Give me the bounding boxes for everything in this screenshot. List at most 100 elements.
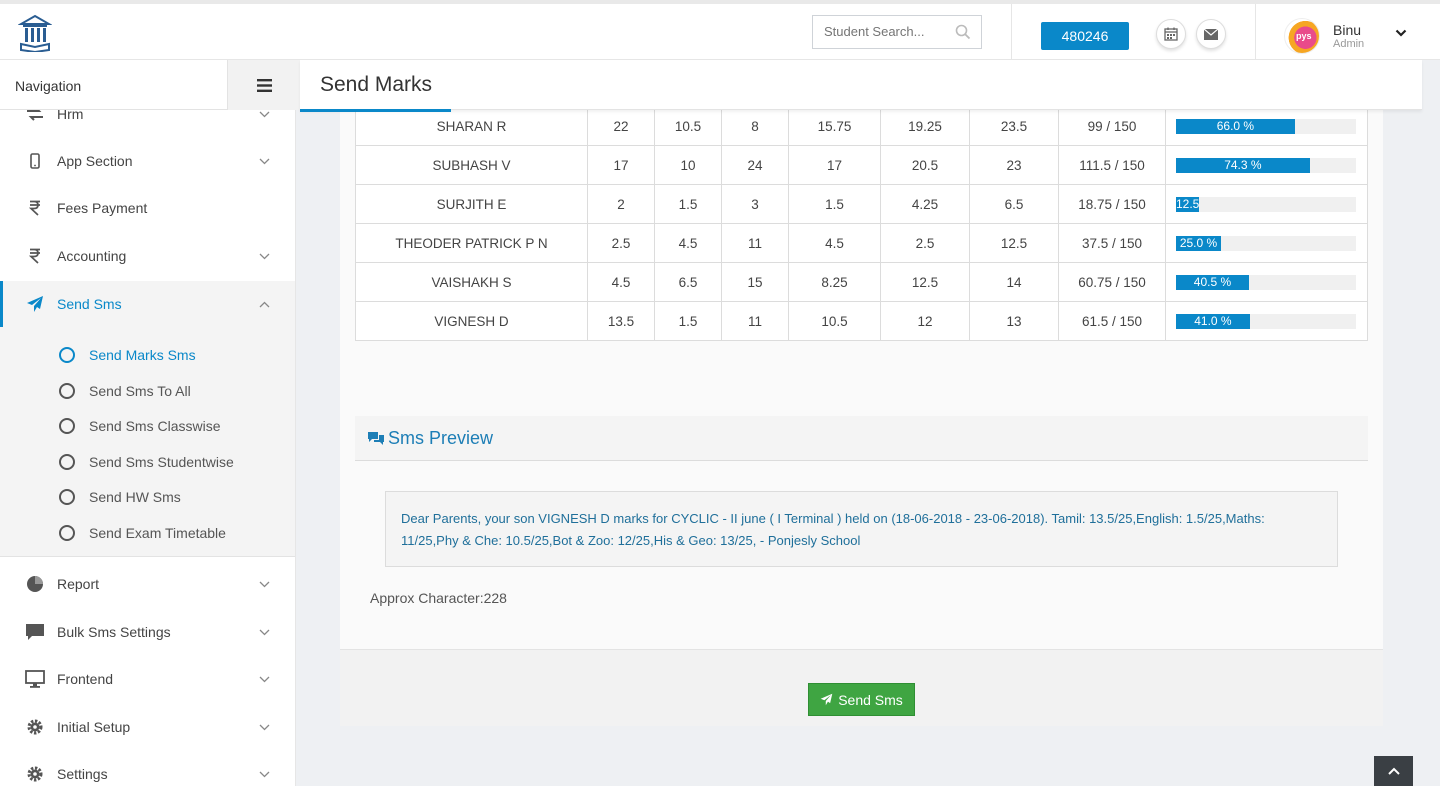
envelope-icon — [1204, 28, 1218, 40]
avatar-text: pys — [1296, 31, 1312, 41]
top-header: 480246 pys Binu Admin — [0, 0, 1440, 60]
gear-icon — [25, 717, 45, 737]
chevron-down-icon — [259, 111, 270, 117]
approx-character-count: Approx Character:228 — [370, 590, 507, 606]
sidebar-item-label: Hrm — [57, 110, 84, 122]
chevron-down-icon — [259, 724, 270, 730]
table-row: THEODER PATRICK P N 2.5 4.5 11 4.5 2.5 12.5 37.… — [355, 223, 1368, 263]
percentage-cell: 40.5 % — [1165, 262, 1368, 302]
score-cell: 23.5 — [969, 106, 1059, 146]
score-cell: 1.5 — [654, 301, 722, 341]
sidebar-item-app-section[interactable]: App Section — [0, 138, 295, 184]
progress-fill: 40.5 % — [1176, 274, 1249, 290]
sidebar-item-label: Initial Setup — [57, 719, 131, 735]
progress-bar: 12.5 — [1176, 196, 1356, 212]
progress-bar: 66.0 % — [1176, 118, 1356, 134]
score-cell: 6.5 — [654, 262, 722, 302]
paper-plane-icon — [25, 294, 45, 314]
student-name-cell: SHARAN R — [355, 106, 588, 146]
sidebar-item-label: Bulk Sms Settings — [57, 624, 171, 640]
header-divider — [1011, 4, 1012, 60]
sidebar-item-bulk-sms-settings[interactable]: Bulk Sms Settings — [0, 609, 295, 655]
score-cell: 4.5 — [654, 223, 722, 263]
score-cell: 4.5 — [788, 223, 881, 263]
progress-bar: 74.3 % — [1176, 157, 1356, 173]
progress-fill: 25.0 % — [1176, 235, 1221, 251]
score-cell: 10.5 — [654, 106, 722, 146]
school-logo-icon[interactable] — [17, 14, 53, 54]
progress-bar: 40.5 % — [1176, 274, 1356, 290]
percentage-cell: 66.0 % — [1165, 106, 1368, 146]
percentage-cell: 25.0 % — [1165, 223, 1368, 263]
marks-table: SHARAN R 22 10.5 8 15.75 19.25 23.5 99 / 150 66.… — [355, 106, 1368, 341]
student-name-cell: SUBHASH V — [355, 145, 588, 185]
calendar-button[interactable] — [1156, 19, 1186, 49]
score-cell: 15 — [721, 262, 789, 302]
score-cell: 13 — [969, 301, 1059, 341]
total-cell: 60.75 / 150 — [1058, 262, 1166, 302]
sidebar-subitem-send-marks-sms[interactable]: Send Marks Sms — [59, 344, 196, 366]
comments-icon — [368, 432, 384, 445]
sidebar-subitem-label: Send Sms Studentwise — [89, 454, 234, 470]
score-cell: 2.5 — [587, 223, 655, 263]
sidebar-subitem-send-sms-to-all[interactable]: Send Sms To All — [59, 380, 191, 402]
send-sms-label: Send Sms — [838, 691, 903, 708]
sidebar-subitem-label: Send Sms Classwise — [89, 418, 221, 434]
score-cell: 14 — [969, 262, 1059, 302]
chevron-down-icon — [259, 158, 270, 164]
circle-icon — [59, 454, 75, 470]
sidebar-item-hrm[interactable]: Hrm — [0, 110, 295, 137]
search-icon[interactable] — [955, 24, 971, 40]
sidebar-item-report[interactable]: Report — [0, 561, 295, 607]
chevron-up-icon — [259, 301, 270, 307]
sidebar-item-frontend[interactable]: Frontend — [0, 656, 295, 702]
score-cell: 8 — [721, 106, 789, 146]
student-search-input[interactable] — [824, 16, 954, 46]
sidebar-item-label: Report — [57, 576, 100, 592]
sidebar-item-accounting[interactable]: Accounting — [0, 233, 295, 279]
title-underline — [300, 109, 451, 112]
rupee-icon — [25, 198, 45, 218]
gear-icon — [25, 764, 45, 784]
score-cell: 2 — [587, 184, 655, 224]
score-cell: 1.5 — [788, 184, 881, 224]
sidebar-subitem-send-sms-studentwise[interactable]: Send Sms Studentwise — [59, 451, 234, 473]
sidebar-subitem-send-exam-timetable[interactable]: Send Exam Timetable — [59, 522, 226, 544]
sidebar-item-initial-setup[interactable]: Initial Setup — [0, 704, 295, 750]
send-sms-button[interactable]: Send Sms — [808, 683, 915, 716]
user-name[interactable]: Binu — [1333, 22, 1361, 38]
chevron-up-icon — [1387, 767, 1400, 775]
sidebar-toggle-button[interactable] — [227, 60, 300, 110]
score-cell: 1.5 — [654, 184, 722, 224]
sidebar-subitem-send-hw-sms[interactable]: Send HW Sms — [59, 486, 181, 508]
chevron-down-icon — [259, 771, 270, 777]
navigation-title: Navigation — [15, 78, 82, 94]
student-search[interactable] — [812, 15, 982, 49]
score-cell: 4.25 — [880, 184, 970, 224]
calendar-icon — [1164, 27, 1178, 41]
student-name-cell: VIGNESH D — [355, 301, 588, 341]
page-title: Send Marks — [320, 73, 433, 96]
score-cell: 17 — [788, 145, 881, 185]
comment-icon — [25, 622, 45, 642]
score-cell: 20.5 — [880, 145, 970, 185]
chevron-down-icon[interactable] — [1395, 29, 1407, 37]
score-cell: 13.5 — [587, 301, 655, 341]
id-badge[interactable]: 480246 — [1041, 22, 1129, 50]
score-cell: 2.5 — [880, 223, 970, 263]
score-cell: 11 — [721, 301, 789, 341]
sidebar-item-settings[interactable]: Settings — [0, 751, 295, 786]
sidebar-item-send-sms[interactable]: Send Sms — [0, 281, 295, 327]
hrm-icon — [25, 110, 45, 124]
circle-icon — [59, 383, 75, 399]
score-cell: 10 — [654, 145, 722, 185]
chevron-down-icon — [259, 253, 270, 259]
scroll-to-top-button[interactable] — [1374, 756, 1413, 786]
score-cell: 10.5 — [788, 301, 881, 341]
messages-button[interactable] — [1196, 19, 1226, 49]
score-cell: 12 — [880, 301, 970, 341]
sidebar-subitem-send-sms-classwise[interactable]: Send Sms Classwise — [59, 415, 221, 437]
page-title-bar: Send Marks — [300, 60, 1422, 112]
user-avatar[interactable]: pys — [1284, 18, 1320, 54]
sidebar-item-fees-payment[interactable]: Fees Payment — [0, 185, 295, 231]
